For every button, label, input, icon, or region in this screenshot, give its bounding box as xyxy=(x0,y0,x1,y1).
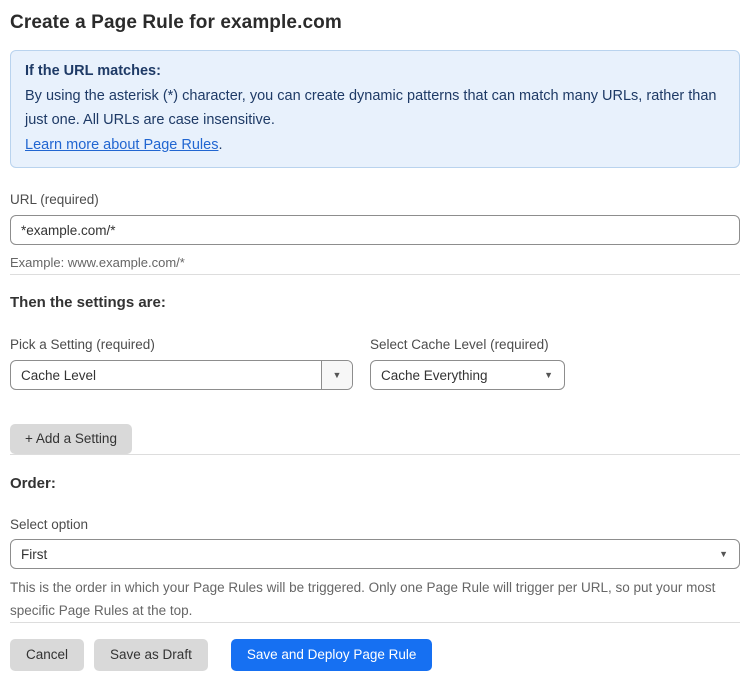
url-input[interactable] xyxy=(10,215,740,245)
divider xyxy=(10,274,740,275)
divider xyxy=(10,454,740,455)
order-select[interactable]: First ▼ xyxy=(10,539,740,569)
cancel-button[interactable]: Cancel xyxy=(10,639,85,671)
cache-level-value: Cache Everything xyxy=(381,367,488,383)
info-box-link-line: Learn more about Page Rules. xyxy=(25,133,725,158)
save-and-deploy-button[interactable]: Save and Deploy Page Rule xyxy=(230,639,433,671)
save-as-draft-button[interactable]: Save as Draft xyxy=(94,639,208,671)
setting-picker-value: Cache Level xyxy=(21,367,97,383)
order-select-label: Select option xyxy=(10,517,89,532)
url-field-helper: Example: www.example.com/* xyxy=(10,255,185,270)
order-helper-text: This is the order in which your Page Rul… xyxy=(10,580,716,618)
add-setting-button[interactable]: + Add a Setting xyxy=(10,424,132,454)
cache-level-arrow-wrap: ▼ xyxy=(544,369,564,380)
divider xyxy=(10,622,740,623)
info-box-heading: If the URL matches: xyxy=(25,63,161,79)
learn-more-link[interactable]: Learn more about Page Rules xyxy=(25,137,218,153)
chevron-down-icon: ▼ xyxy=(719,548,728,559)
order-arrow-wrap: ▼ xyxy=(719,548,739,559)
page-title: Create a Page Rule for example.com xyxy=(10,12,342,33)
setting-picker-label: Pick a Setting (required) xyxy=(10,337,155,352)
cache-level-column: Select Cache Level (required) Cache Ever… xyxy=(370,313,565,390)
actions-row: Cancel Save as Draft Save and Deploy Pag… xyxy=(10,639,740,671)
settings-section-heading: Then the settings are: xyxy=(10,294,166,311)
url-match-info-box: If the URL matches: By using the asteris… xyxy=(10,50,740,168)
chevron-down-icon: ▼ xyxy=(544,369,553,380)
link-suffix: . xyxy=(218,136,223,153)
chevron-down-icon: ▼ xyxy=(332,369,342,380)
settings-row: Pick a Setting (required) Cache Level ▼ … xyxy=(10,313,740,390)
setting-picker-arrow-cell[interactable]: ▼ xyxy=(321,361,352,389)
cache-level-label: Select Cache Level (required) xyxy=(370,337,549,352)
order-section-heading: Order: xyxy=(10,475,56,492)
order-select-value: First xyxy=(21,546,48,562)
setting-picker-column: Pick a Setting (required) Cache Level ▼ xyxy=(10,313,353,390)
url-field-label: URL (required) xyxy=(10,192,99,207)
setting-picker-select[interactable]: Cache Level ▼ xyxy=(10,360,353,390)
info-box-body: By using the asterisk (*) character, you… xyxy=(25,87,717,129)
cache-level-select[interactable]: Cache Everything ▼ xyxy=(370,360,565,390)
